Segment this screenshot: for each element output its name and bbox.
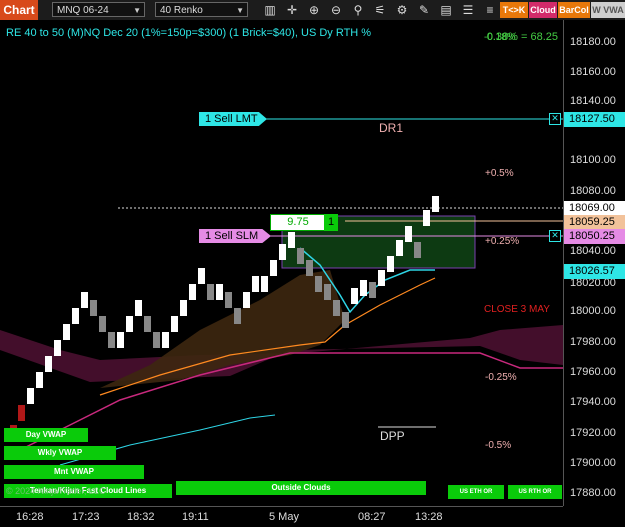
chart-tab[interactable]: Chart (0, 0, 38, 20)
price-tick: 17900.00 (570, 457, 616, 469)
instrument-value: MNQ 06-24 (57, 5, 109, 16)
dr1-label: DR1 (379, 121, 404, 135)
price-axis[interactable]: 18180.00 18160.00 18140.00 18100.00 1808… (563, 20, 625, 506)
price-tick: 17940.00 (570, 396, 616, 408)
cancel-slm-icon[interactable]: ✕ (549, 230, 561, 242)
time-tick: 17:23 (72, 511, 100, 523)
bar-type-value: 40 Renko (160, 5, 203, 16)
copyright-text: © 2024 NinjaTrader, LLC (6, 486, 106, 496)
cancel-lmt-icon[interactable]: ✕ (549, 113, 561, 125)
time-tick: 16:28 (16, 511, 44, 523)
price-tick: 18140.00 (570, 95, 616, 107)
time-axis[interactable]: 16:28 17:23 18:32 19:11 5 May 08:27 13:2… (0, 506, 563, 527)
price-tick: 18040.00 (570, 245, 616, 257)
pct-minus05: -0.5% (485, 440, 512, 451)
instrument-selector[interactable]: MNQ 06-24 ▼ (52, 2, 145, 17)
price-tick: 17960.00 (570, 366, 616, 378)
slm-price-label: 18050.25 (564, 229, 625, 244)
price-tick: 18160.00 (570, 66, 616, 78)
time-tick: 5 May (269, 511, 299, 523)
crosshair-icon[interactable]: ✛ (284, 2, 300, 18)
sell-lmt-order[interactable]: 1 Sell LMT (199, 112, 267, 126)
mnt-vwap-bar[interactable]: Mnt VWAP (4, 465, 144, 479)
zoom-in-icon[interactable]: ⊕ (306, 2, 322, 18)
time-tick: 08:27 (358, 511, 386, 523)
price-tick: 18080.00 (570, 185, 616, 197)
list-icon[interactable]: ≡ (482, 2, 498, 18)
entry-price-label: 18059.25 (564, 215, 625, 230)
zoom-out-icon[interactable]: ⊖ (328, 2, 344, 18)
chart-toolbar: Chart MNQ 06-24 ▼ 40 Renko ▼ ▥ ✛ ⊕ ⊖ ⚲ ⚟ ⚙… (0, 0, 625, 21)
bar-type-selector[interactable]: 40 Renko ▼ (155, 2, 248, 17)
range-readout-under: -0.18% (484, 32, 516, 43)
time-tick: 18:32 (127, 511, 155, 523)
tk-button[interactable]: T<>K (500, 2, 528, 18)
time-tick: 13:28 (415, 511, 443, 523)
us-rth-or-bar[interactable]: US RTH OR (508, 485, 562, 499)
barcol-button[interactable]: BarCol (558, 2, 590, 18)
price-tick: 18100.00 (570, 154, 616, 166)
chevron-down-icon: ▼ (133, 6, 141, 15)
price-tick: 17880.00 (570, 487, 616, 499)
lmt-price-label: 18127.50 (564, 112, 625, 127)
bars-icon[interactable]: ▥ (262, 2, 278, 18)
sell-slm-order[interactable]: 1 Sell SLM (199, 229, 271, 243)
strategies-icon[interactable]: ⚙ (394, 2, 410, 18)
properties-icon[interactable]: ⚲ (350, 2, 366, 18)
us-eth-or-bar[interactable]: US ETH OR (448, 485, 504, 499)
indicators-icon[interactable]: ⚟ (372, 2, 388, 18)
wkly-vwap-bar[interactable]: Wkly VWAP (4, 446, 116, 460)
price-tick: 17980.00 (570, 336, 616, 348)
layout-icon[interactable]: ▤ (438, 2, 454, 18)
draw-icon[interactable]: ✎ (416, 2, 432, 18)
vwap-button[interactable]: W VWA (591, 2, 625, 18)
time-tick: 19:11 (182, 511, 209, 523)
position-qty[interactable]: 1 (324, 214, 338, 231)
day-vwap-bar[interactable]: Day VWAP (4, 428, 88, 442)
position-marker[interactable]: 9.75 (270, 214, 326, 231)
price-tick: 18000.00 (570, 305, 616, 317)
pct-minus025: -0.25% (485, 372, 517, 383)
cloud-button[interactable]: Cloud (529, 2, 557, 18)
last-price-label: 18069.00 (564, 201, 625, 216)
settings-icon[interactable]: ☰ (460, 2, 476, 18)
dpp-label: DPP (380, 429, 405, 443)
close-label: CLOSE 3 MAY (484, 304, 550, 315)
chart-info-line: RE 40 to 50 (M)NQ Dec 20 (1%=150p=$300) … (6, 27, 372, 39)
outside-clouds-bar[interactable]: Outside Clouds (176, 481, 426, 495)
price-tick: 18180.00 (570, 36, 616, 48)
chart-panel[interactable]: RE 40 to 50 (M)NQ Dec 20 (1%=150p=$300) … (0, 20, 563, 506)
pct-plus025: +0.25% (485, 236, 520, 247)
price-tick: 17920.00 (570, 427, 616, 439)
chevron-down-icon: ▼ (236, 6, 244, 15)
pct-plus05: +0.5% (485, 168, 514, 179)
ma-price-label: 18026.57 (564, 264, 625, 279)
